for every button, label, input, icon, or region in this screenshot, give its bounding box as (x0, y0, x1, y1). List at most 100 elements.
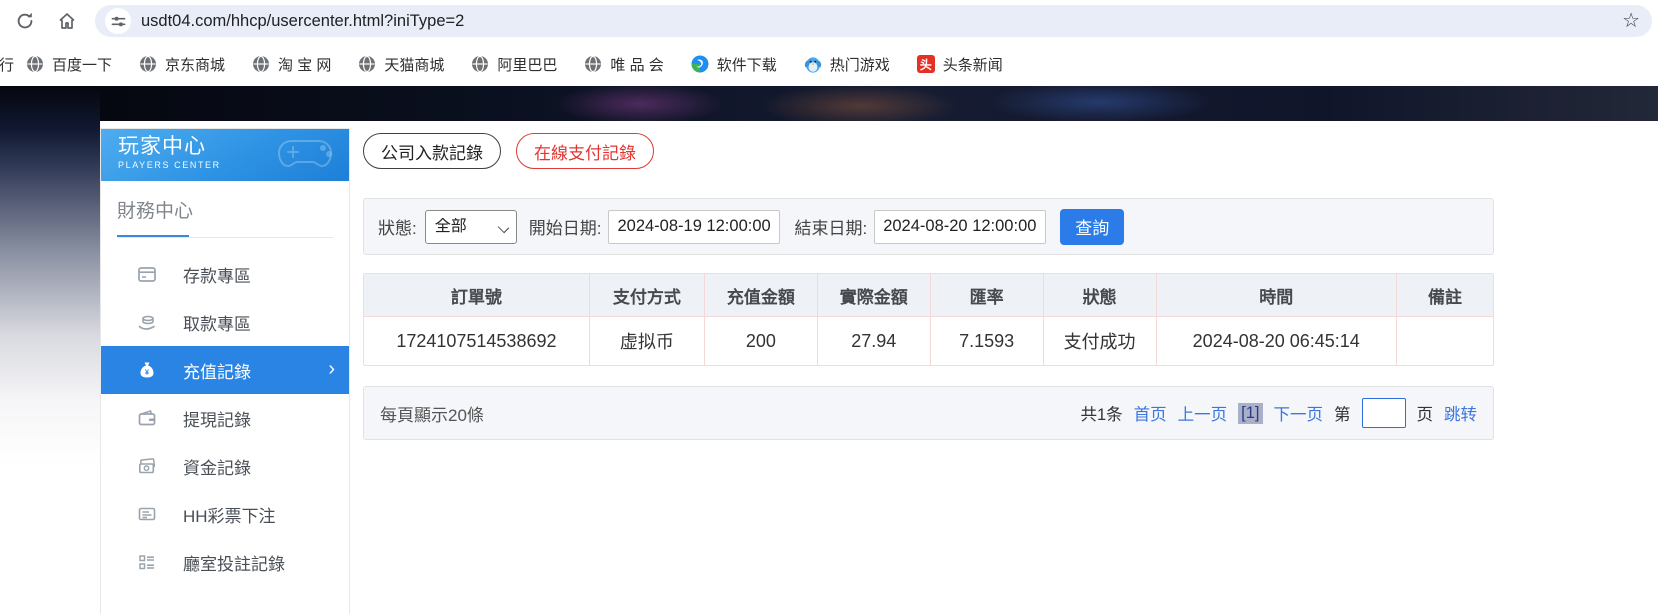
money-bag-icon: ¥ (136, 359, 158, 381)
sidebar-item-deposit-card[interactable]: 存款專區› (101, 250, 349, 298)
bookmark-label: 热门游戏 (829, 56, 890, 74)
ticket-list-icon (136, 503, 158, 525)
table-header-cell: 匯率 (930, 274, 1044, 317)
wallet-icon (136, 407, 158, 429)
bookmark-label: 京东商城 (165, 56, 226, 74)
withdraw-hand-icon (136, 311, 158, 333)
table-cell (1397, 317, 1493, 365)
grid-list-icon (136, 551, 158, 573)
bookmark-item-clipped[interactable]: 行 (0, 54, 14, 75)
table-body: 1724107514538692 虚拟币 200 27.94 7.1593 支付成功 202… (364, 317, 1493, 365)
site-settings-icon[interactable] (105, 8, 131, 34)
bookmark-label: 软件下载 (716, 56, 777, 74)
globe-favicon (252, 55, 270, 73)
sidebar-banner: 玩家中心 PLAYERS CENTER (101, 129, 349, 181)
sidebar-item-label: 充值記錄 (183, 362, 251, 382)
bookmark-label: 淘 宝 网 (278, 56, 332, 74)
tab-online-payment-records[interactable]: 在線支付記錄 (516, 133, 654, 169)
bookmark-item[interactable]: 阿里巴巴 (471, 54, 557, 75)
globe-favicon (358, 55, 376, 73)
chevron-right-icon: › (328, 358, 335, 380)
table-header-cell: 支付方式 (589, 274, 705, 317)
start-date-input[interactable] (608, 209, 781, 244)
end-date-input[interactable] (874, 209, 1047, 244)
table-header-cell: 時間 (1156, 274, 1397, 317)
bookmark-item[interactable]: 百度一下 (26, 54, 112, 75)
table-row: 1724107514538692 虚拟币 200 27.94 7.1593 支付成功 202… (364, 317, 1493, 365)
jump-suffix-label: 页 (1416, 406, 1434, 424)
table-cell: 虚拟币 (590, 317, 705, 365)
total-count-text: 共1条 (1080, 406, 1123, 424)
bookmark-label: 天猫商城 (384, 56, 445, 74)
sidebar-menu: 存款專區›取款專區› ¥ 充值記錄 › 提現記錄›資金記錄›HH彩票下注›廳室投註記錄› (101, 250, 349, 586)
bookmark-label: 头条新闻 (942, 56, 1003, 74)
browser-toolbar: usdt04.com/hhcp/usercenter.html?iniType=… (0, 0, 1658, 42)
page-body: 玩家中心 PLAYERS CENTER 財務中心 存款專區›取款專區›¥充值記錄… (0, 86, 1658, 614)
sidebar-item-ticket-list[interactable]: HH彩票下注› (101, 490, 349, 538)
bookmarks-list: 百度一下 京东商城 淘 宝 网 天猫商城 阿里巴巴 唯 品 会 软件下载 热门游戏 头头条新闻 (26, 54, 1030, 75)
bookmarks-bar: 行 百度一下 京东商城 淘 宝 网 天猫商城 阿里巴巴 唯 品 会 软件下载 热门游戏 头头条新… (0, 42, 1658, 86)
prev-page-link[interactable]: 上一页 (1178, 401, 1228, 425)
bookmark-item[interactable]: 淘 宝 网 (252, 54, 331, 75)
sidebar-item-banknotes[interactable]: 資金記錄› (101, 442, 349, 490)
jump-action-link[interactable]: 跳转 (1444, 401, 1477, 425)
table-cell: 7.1593 (931, 317, 1044, 365)
section-divider (117, 234, 333, 238)
deposit-card-icon (136, 263, 158, 285)
gamepad-icon (277, 133, 341, 180)
record-tabs: 公司入款記錄 在線支付記錄 (363, 133, 654, 169)
sidebar-item-label: 廳室投註記錄 (183, 554, 285, 574)
current-page-indicator: [1] (1238, 402, 1263, 424)
sidebar-item-withdraw-hand[interactable]: 取款專區› (101, 298, 349, 346)
status-select[interactable]: 全部 (424, 209, 517, 244)
banknotes-icon (136, 455, 158, 477)
bookmark-item[interactable]: 唯 品 会 (584, 54, 664, 75)
table-cell: 2024-08-20 06:45:14 (1157, 317, 1397, 365)
main-content: 公司入款記錄 在線支付記錄 狀態: 全部 開始日期: 結束日期: 查詢 訂單號支… (363, 86, 1494, 614)
end-date-label: 結束日期: (794, 219, 868, 238)
home-icon[interactable] (50, 4, 84, 38)
bookmark-item[interactable]: 热门游戏 (804, 54, 890, 75)
table-cell: 1724107514538692 (364, 317, 590, 365)
table-header-cell: 備註 (1396, 274, 1493, 317)
table-header-cell: 訂單號 (364, 274, 590, 317)
sidebar-item-label: 資金記錄 (183, 458, 251, 478)
address-bar[interactable]: usdt04.com/hhcp/usercenter.html?iniType=… (95, 5, 1652, 37)
filter-panel: 狀態: 全部 開始日期: 結束日期: 查詢 (363, 198, 1494, 255)
software-download-favicon (691, 55, 709, 73)
status-label: 狀態: (378, 219, 417, 238)
sidebar-item-money-bag[interactable]: ¥ 充值記錄 › (101, 346, 349, 394)
bookmark-label: 阿里巴巴 (497, 56, 558, 74)
bookmark-item[interactable]: 软件下载 (691, 54, 777, 75)
globe-favicon (584, 55, 602, 73)
players-center-sidebar: 玩家中心 PLAYERS CENTER 財務中心 存款專區›取款專區›¥充值記錄… (100, 128, 350, 614)
sidebar-item-wallet[interactable]: 提現記錄› (101, 394, 349, 442)
sidebar-item-label: 存款專區 (183, 266, 251, 286)
url-text[interactable]: usdt04.com/hhcp/usercenter.html?iniType=… (141, 12, 1622, 31)
table-header-cell: 實際金額 (817, 274, 931, 317)
bookmark-item[interactable]: 头头条新闻 (916, 54, 1003, 75)
tab-company-deposit-records[interactable]: 公司入款記錄 (363, 133, 501, 169)
sidebar-item-label: 提現記錄 (183, 410, 251, 430)
jump-prefix-label: 第 (1334, 406, 1351, 424)
toutiao-favicon: 头 (916, 55, 935, 73)
pagination-bar: 每頁顯示20條 共1条 首页 上一页 [1] 下一页 第 页 跳转 (363, 386, 1494, 440)
table-header-cell: 充值金額 (704, 274, 818, 317)
bookmark-star-icon[interactable]: ☆ (1622, 11, 1640, 31)
start-date-label: 開始日期: (528, 219, 602, 238)
table-header-cell: 狀態 (1043, 274, 1157, 317)
sidebar-item-grid-list[interactable]: 廳室投註記錄› (101, 538, 349, 586)
next-page-link[interactable]: 下一页 (1274, 401, 1324, 425)
bookmark-label: 唯 品 会 (610, 56, 664, 74)
jump-page-input[interactable] (1361, 398, 1406, 428)
globe-favicon (26, 55, 44, 73)
table-cell: 27.94 (818, 317, 931, 365)
bookmark-item[interactable]: 天猫商城 (358, 54, 444, 75)
query-button[interactable]: 查詢 (1060, 208, 1125, 245)
bookmark-item[interactable]: 京东商城 (139, 54, 225, 75)
records-table: 訂單號 支付方式 充值金額 實際金額 匯率 狀態 時間 備註 1724107514538692… (363, 273, 1494, 366)
bookmark-label: 百度一下 (52, 56, 113, 74)
table-cell: 200 (705, 317, 818, 365)
first-page-link[interactable]: 首页 (1134, 401, 1167, 425)
reload-icon[interactable] (8, 4, 42, 38)
